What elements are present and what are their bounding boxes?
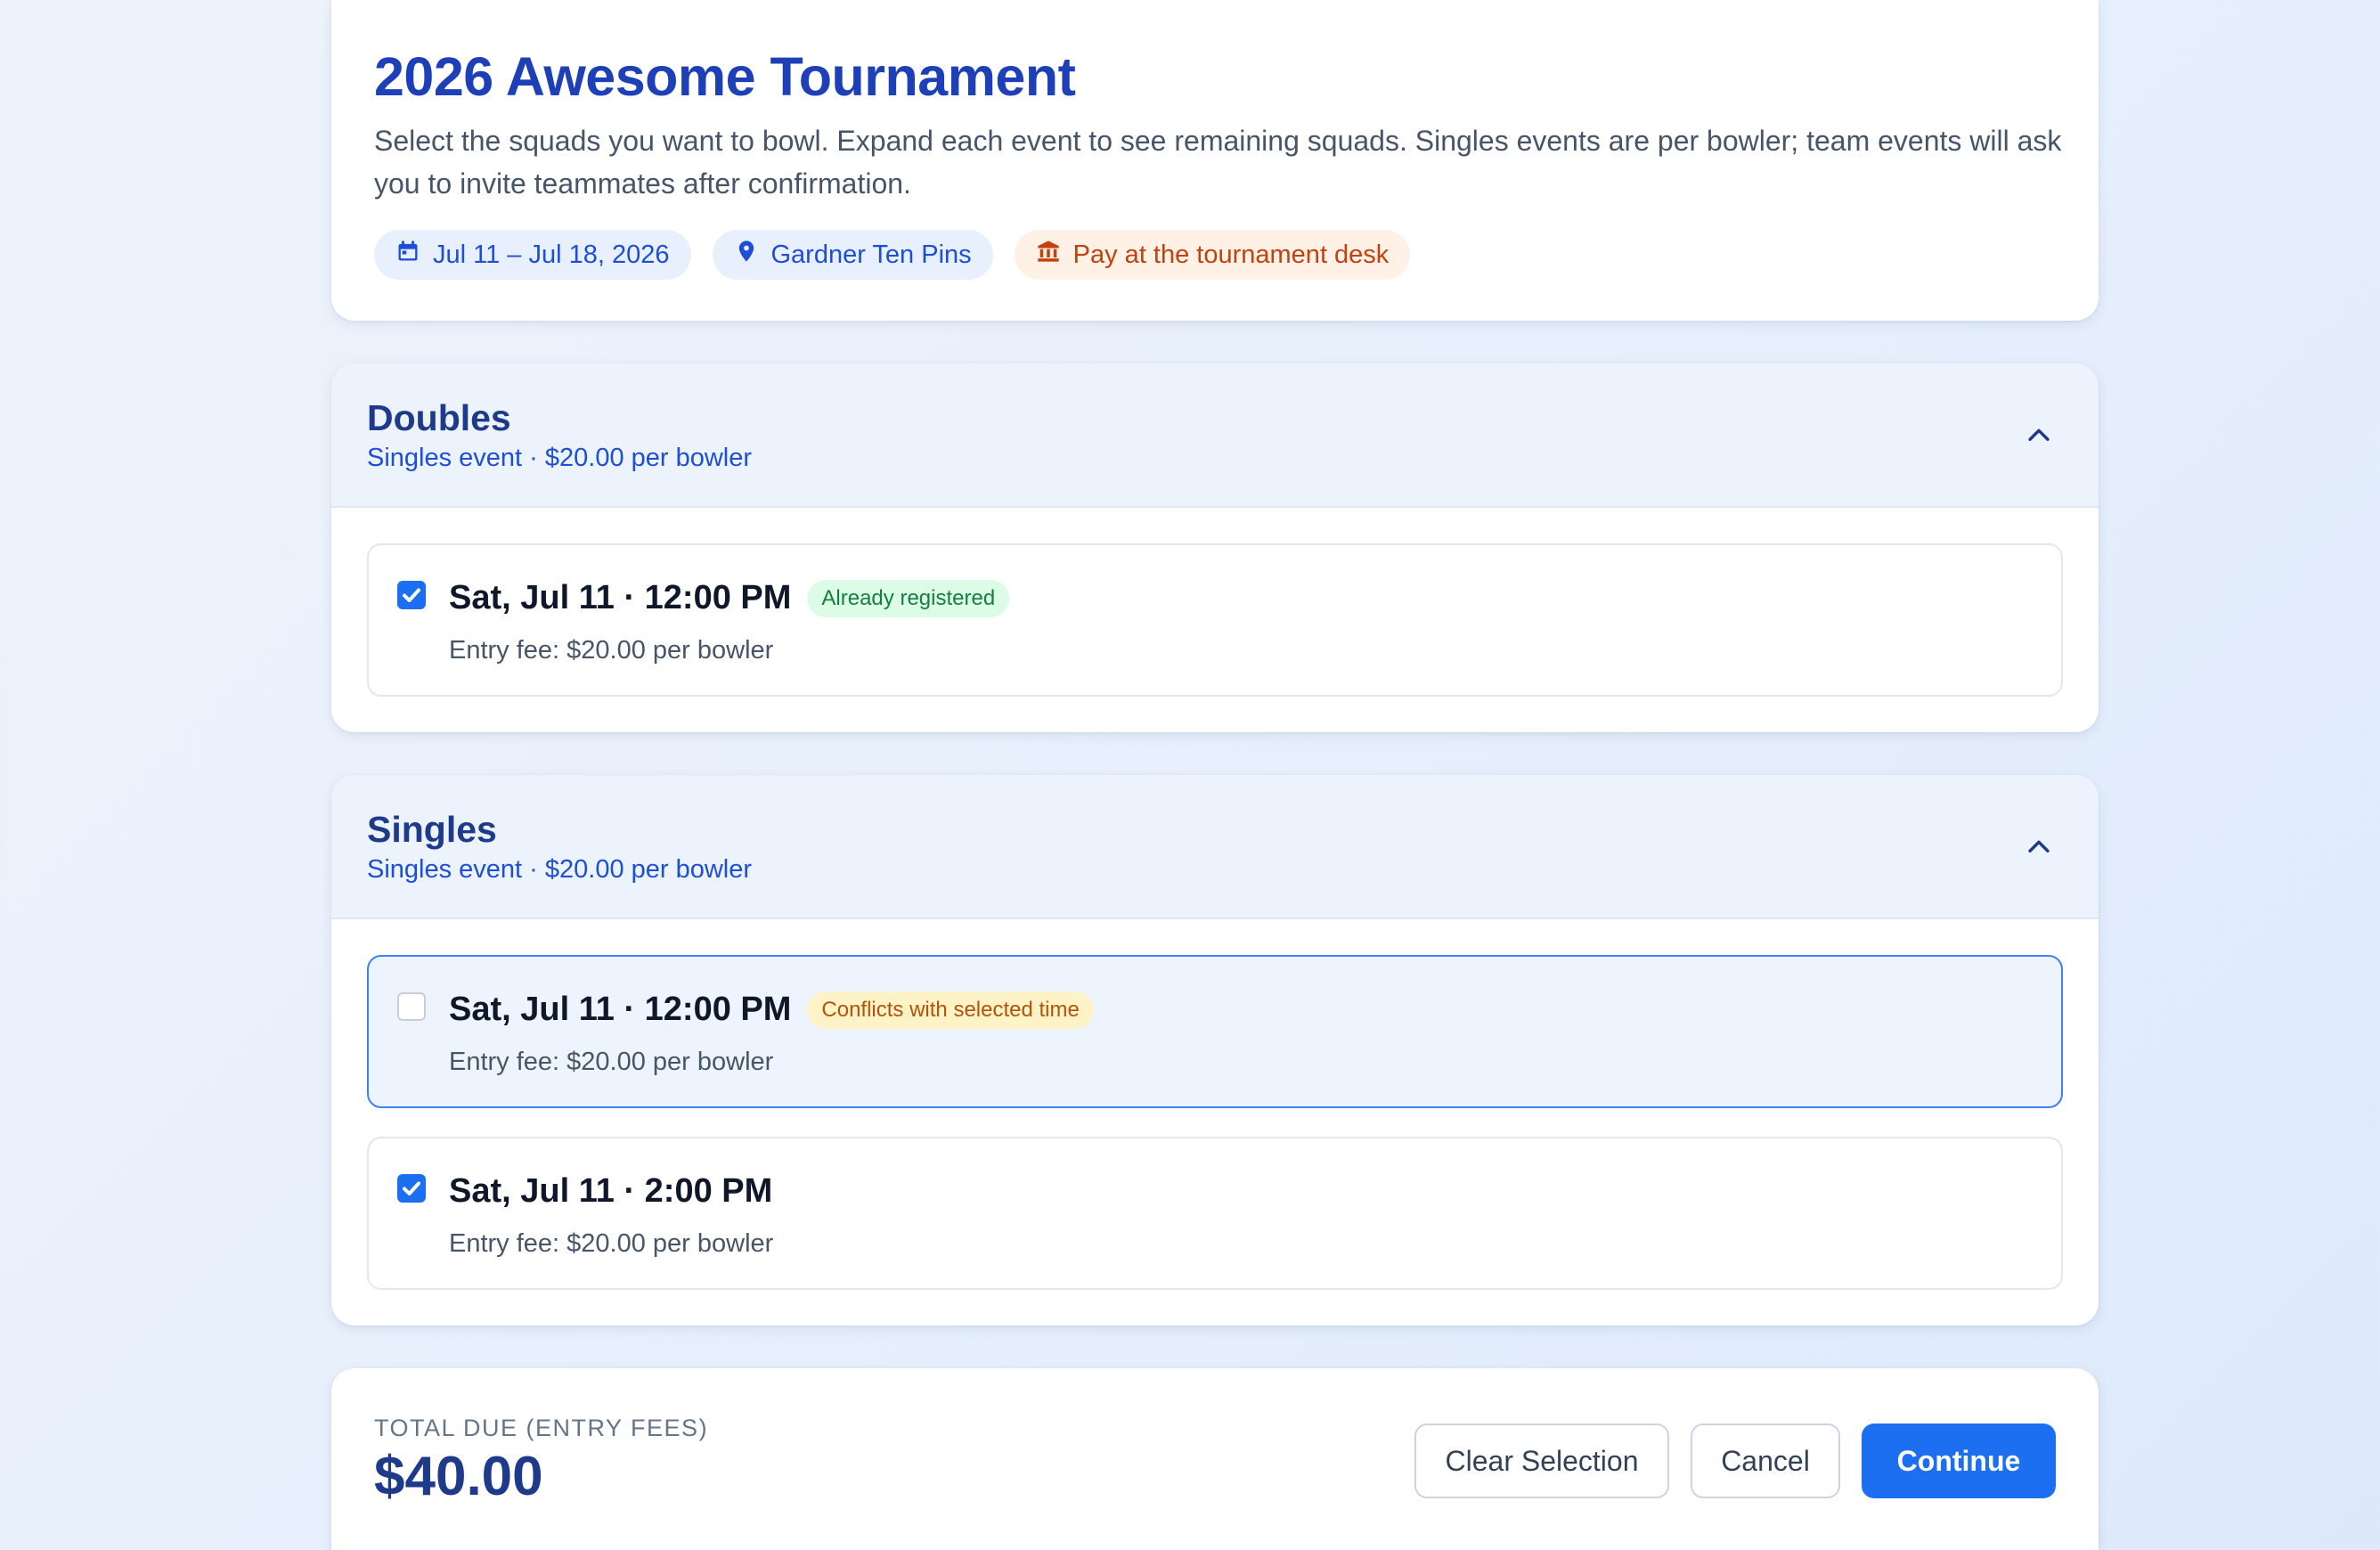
tournament-header: 2026 Awesome Tournament Select the squad…	[331, 0, 2099, 321]
clear-selection-button[interactable]: Clear Selection	[1414, 1424, 1669, 1498]
squad-checkbox[interactable]	[397, 581, 426, 609]
conflict-badge: Conflicts with selected time	[807, 991, 1094, 1029]
total-amount: $40.00	[374, 1446, 543, 1507]
payment-text: Pay at the tournament desk	[1072, 240, 1390, 269]
dates-chip: Jul 11 – Jul 18, 2026	[374, 230, 691, 280]
footer-actions: Clear Selection Cancel Continue	[1414, 1424, 2056, 1498]
event-doubles: Doubles Singles event · $20.00 per bowle…	[331, 363, 2099, 732]
event-subtitle: Singles event · $20.00 per bowler	[367, 855, 753, 884]
squad-fee: Entry fee: $20.00 per bowler	[449, 1048, 774, 1076]
page-description: Select the squads you want to bowl. Expa…	[374, 125, 2062, 200]
squad-list: Sat, Jul 11 · 12:00 PM Conflicts with se…	[331, 919, 2099, 1326]
map-pin-icon	[734, 239, 759, 271]
squad-time-row: Sat, Jul 11 · 12:00 PM Already registere…	[449, 579, 1010, 617]
squad-checkbox[interactable]	[397, 992, 426, 1021]
page-title: 2026 Awesome Tournament	[374, 46, 1076, 107]
squad-fee: Entry fee: $20.00 per bowler	[449, 636, 774, 665]
chevron-up-icon[interactable]	[2024, 832, 2054, 862]
squad-time-row: Sat, Jul 11 · 12:00 PM Conflicts with se…	[449, 991, 1094, 1029]
squad-time-row: Sat, Jul 11 · 2:00 PM	[449, 1172, 772, 1211]
total-label: TOTAL DUE (ENTRY FEES)	[374, 1415, 709, 1441]
status-badge: Already registered	[807, 579, 1010, 617]
squad-time: Sat, Jul 11 · 12:00 PM	[449, 991, 792, 1028]
event-singles: Singles Singles event · $20.00 per bowle…	[331, 775, 2099, 1326]
squad-checkbox[interactable]	[397, 1174, 426, 1203]
squad-option[interactable]: Sat, Jul 11 · 12:00 PM Already registere…	[367, 543, 2063, 697]
squad-fee: Entry fee: $20.00 per bowler	[449, 1229, 774, 1258]
event-title: Singles	[367, 809, 497, 850]
squad-time: Sat, Jul 11 · 2:00 PM	[449, 1172, 773, 1210]
squad-option[interactable]: Sat, Jul 11 · 2:00 PM Entry fee: $20.00 …	[367, 1137, 2063, 1290]
cancel-button[interactable]: Cancel	[1691, 1424, 1840, 1498]
location-chip: Gardner Ten Pins	[712, 230, 993, 280]
check-icon	[403, 588, 420, 602]
calendar-icon	[395, 239, 420, 271]
squad-option[interactable]: Sat, Jul 11 · 12:00 PM Conflicts with se…	[367, 955, 2063, 1108]
continue-button[interactable]: Continue	[1862, 1424, 2056, 1498]
checkout-footer: TOTAL DUE (ENTRY FEES) $40.00 Clear Sele…	[331, 1368, 2099, 1550]
event-title: Doubles	[367, 397, 511, 438]
page: 2026 Awesome Tournament Select the squad…	[331, 0, 2099, 1550]
chevron-up-icon[interactable]	[2024, 420, 2054, 451]
event-header-doubles[interactable]: Doubles Singles event · $20.00 per bowle…	[331, 363, 2099, 508]
event-subtitle: Singles event · $20.00 per bowler	[367, 444, 753, 472]
tournament-info-chips: Jul 11 – Jul 18, 2026 Gardner Ten Pins P…	[374, 230, 2056, 280]
location-text: Gardner Ten Pins	[770, 240, 972, 269]
bank-icon	[1036, 239, 1061, 271]
payment-chip: Pay at the tournament desk	[1014, 230, 1411, 280]
squad-list: Sat, Jul 11 · 12:00 PM Already registere…	[331, 508, 2099, 732]
check-icon	[403, 1181, 420, 1195]
squad-time: Sat, Jul 11 · 12:00 PM	[449, 579, 792, 616]
dates-text: Jul 11 – Jul 18, 2026	[433, 240, 670, 269]
event-header-singles[interactable]: Singles Singles event · $20.00 per bowle…	[331, 775, 2099, 919]
